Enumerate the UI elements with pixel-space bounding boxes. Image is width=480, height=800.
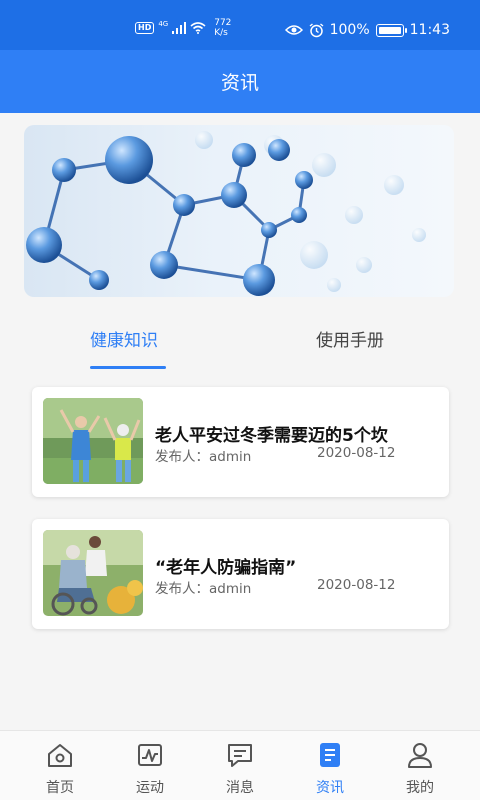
clock: 11:43: [409, 22, 450, 38]
article-author: 发布人：admin: [155, 581, 252, 597]
hd-badge: HD: [135, 22, 155, 34]
article-title: “老年人防骗指南”: [155, 558, 297, 578]
nav-profile[interactable]: 我的: [390, 731, 450, 800]
page-header: 资讯: [0, 50, 480, 113]
elderly-exercise-image: [43, 398, 143, 484]
nav-home[interactable]: 首页: [30, 731, 90, 800]
nav-news[interactable]: 资讯: [300, 731, 360, 800]
nav-label: 首页: [46, 780, 74, 796]
network-type: 4G: [158, 20, 169, 28]
nav-label: 消息: [226, 780, 254, 796]
home-icon: [48, 744, 72, 767]
battery-percent: 100%: [329, 22, 370, 38]
status-right: 100% 11:43: [284, 22, 450, 38]
news-document-icon: [320, 743, 340, 767]
article-card[interactable]: “老年人防骗指南” 发布人：admin 2020-08-12: [32, 519, 449, 629]
speed-unit: K/s: [214, 28, 228, 38]
signal-icon: [172, 22, 187, 34]
nav-label: 运动: [136, 780, 164, 796]
active-tab-indicator: [90, 366, 166, 369]
status-bar: HD 4G 772 K/s 100% 11:43: [0, 0, 480, 50]
nav-label: 我的: [406, 780, 434, 796]
activity-chart-icon: [138, 744, 162, 766]
eye-icon: [284, 25, 303, 35]
battery-icon: [375, 23, 407, 37]
article-thumbnail: [43, 398, 143, 484]
network-speed: 772 K/s: [214, 18, 231, 38]
page-title: 资讯: [220, 72, 259, 94]
tab-user-manual[interactable]: 使用手册: [316, 326, 384, 351]
speed-value: 772: [214, 18, 232, 28]
banner-image[interactable]: [24, 125, 454, 297]
article-thumbnail: [43, 530, 143, 616]
article-date: 2020-08-12: [317, 577, 396, 593]
alarm-icon: [309, 22, 324, 37]
bottom-navigation: 首页 运动 消息 资讯 我的: [0, 730, 480, 800]
article-author: 发布人：admin: [155, 449, 252, 465]
nav-label: 资讯: [316, 780, 344, 796]
message-icon: [228, 744, 252, 767]
nav-messages[interactable]: 消息: [210, 731, 270, 800]
nav-activity[interactable]: 运动: [120, 731, 180, 800]
profile-icon: [408, 743, 432, 768]
article-title: 老人平安过冬季需要迈的5个坎: [155, 426, 388, 446]
status-left: HD 4G 772 K/s: [135, 18, 231, 38]
elderly-wheelchair-image: [43, 530, 143, 616]
tab-health-knowledge[interactable]: 健康知识: [90, 326, 158, 351]
molecule-illustration: [26, 131, 426, 296]
article-card[interactable]: 老人平安过冬季需要迈的5个坎 发布人：admin 2020-08-12: [32, 387, 449, 497]
wifi-icon: [190, 22, 206, 34]
article-date: 2020-08-12: [317, 445, 396, 461]
